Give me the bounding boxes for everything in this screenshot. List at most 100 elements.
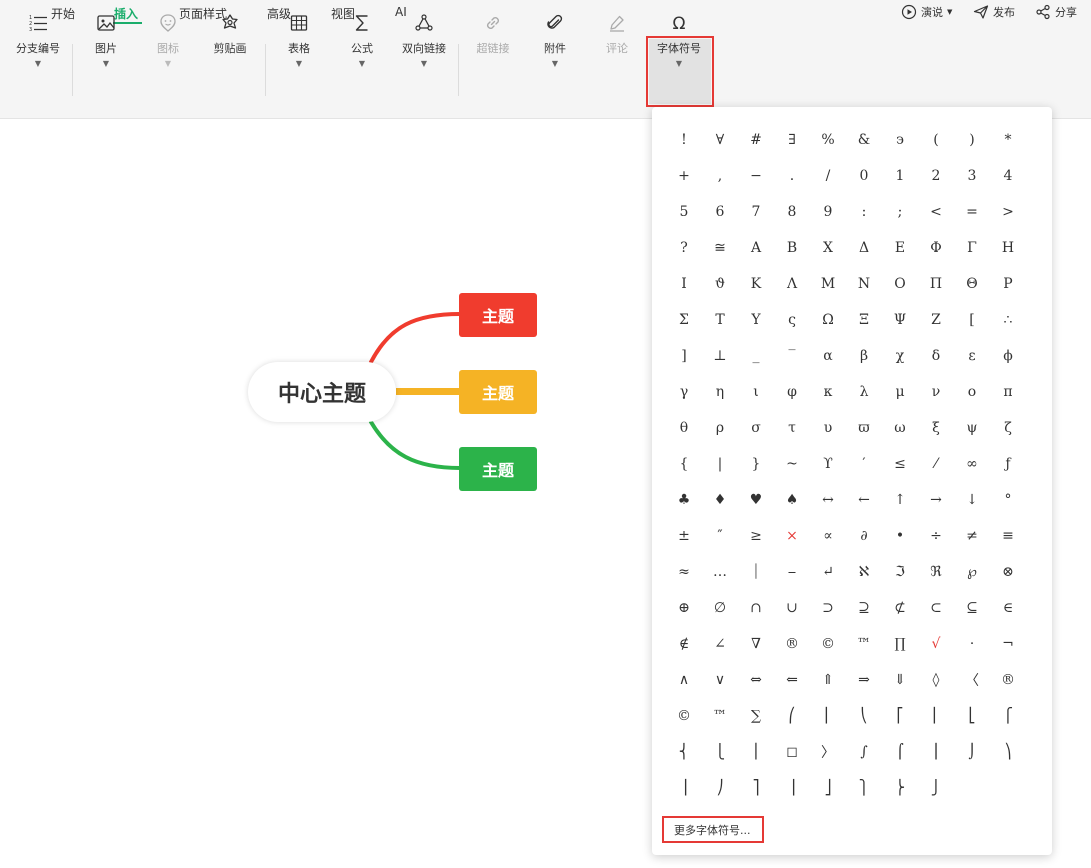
- symbol-cell[interactable]: Ψ: [882, 302, 918, 338]
- symbol-cell[interactable]: ℑ: [882, 554, 918, 590]
- symbol-cell[interactable]: Γ: [954, 230, 990, 266]
- symbol-cell[interactable]: ∂: [846, 518, 882, 554]
- present-button[interactable]: 演说 ▼: [901, 4, 952, 20]
- symbol-cell[interactable]: ™: [702, 698, 738, 734]
- symbol-cell[interactable]: ⎝: [846, 698, 882, 734]
- symbol-cell[interactable]: ∴: [990, 302, 1026, 338]
- symbol-cell[interactable]: ∀: [702, 122, 738, 158]
- symbol-cell[interactable]: %: [810, 122, 846, 158]
- symbol-cell[interactable]: Κ: [738, 266, 774, 302]
- symbol-cell[interactable]: ⎥: [774, 770, 810, 806]
- symbol-cell[interactable]: η: [702, 374, 738, 410]
- symbol-cell[interactable]: |: [702, 446, 738, 482]
- symbol-cell[interactable]: ⎨: [666, 734, 702, 770]
- symbol-cell[interactable]: ↑: [882, 482, 918, 518]
- symbol-cell[interactable]: {: [666, 446, 702, 482]
- symbol-cell[interactable]: ⋅: [954, 626, 990, 662]
- symbol-cell[interactable]: ϕ: [990, 338, 1026, 374]
- symbol-cell[interactable]: ←: [846, 482, 882, 518]
- symbol-cell[interactable]: ×: [774, 518, 810, 554]
- symbol-cell[interactable]: ≤: [882, 446, 918, 482]
- symbol-cell[interactable]: ⌠: [882, 734, 918, 770]
- symbol-cell[interactable]: *: [990, 122, 1026, 158]
- symbol-cell[interactable]: 1: [882, 158, 918, 194]
- symbol-cell[interactable]: ℵ: [846, 554, 882, 590]
- symbol-cell[interactable]: Ξ: [846, 302, 882, 338]
- symbol-cell[interactable]: #: [738, 122, 774, 158]
- symbol-cell[interactable]: ⇑: [810, 662, 846, 698]
- symbol-cell[interactable]: ⎪: [738, 734, 774, 770]
- symbol-cell[interactable]: ≡: [990, 518, 1026, 554]
- attachment-button[interactable]: 附件 ▼: [524, 12, 586, 69]
- symbol-cell[interactable]: ≅: [702, 230, 738, 266]
- symbol-cell[interactable]: 6: [702, 194, 738, 230]
- symbol-cell[interactable]: ∞: [954, 446, 990, 482]
- symbol-cell[interactable]: ♥: [738, 482, 774, 518]
- symbol-cell[interactable]: ≈: [666, 554, 702, 590]
- topic-node[interactable]: 主题: [459, 447, 537, 491]
- symbol-cell[interactable]: ϑ: [702, 266, 738, 302]
- symbol-cell[interactable]: Θ: [954, 266, 990, 302]
- symbol-cell[interactable]: 〈: [954, 662, 990, 698]
- symbol-cell[interactable]: −: [738, 158, 774, 194]
- symbol-cell[interactable]: γ: [666, 374, 702, 410]
- symbol-cell[interactable]: ∑: [738, 698, 774, 734]
- share-button[interactable]: 分享: [1035, 4, 1077, 20]
- symbol-cell[interactable]: :: [846, 194, 882, 230]
- symbol-cell[interactable]: ς: [774, 302, 810, 338]
- clipart-button[interactable]: 剪贴画: [199, 12, 261, 69]
- symbol-cell[interactable]: ⊇: [846, 590, 882, 626]
- symbol-cell[interactable]: ∈: [990, 590, 1026, 626]
- symbol-cell[interactable]: ϖ: [846, 410, 882, 446]
- symbol-cell[interactable]: ¬: [990, 626, 1026, 662]
- symbol-cell[interactable]: >: [990, 194, 1026, 230]
- symbol-cell[interactable]: ∠: [702, 626, 738, 662]
- symbol-cell[interactable]: ϶: [882, 122, 918, 158]
- symbol-cell[interactable]: ©: [666, 698, 702, 734]
- symbol-cell[interactable]: ): [954, 122, 990, 158]
- symbol-cell[interactable]: Υ: [738, 302, 774, 338]
- symbol-cell[interactable]: 5: [666, 194, 702, 230]
- symbol-cell[interactable]: ∝: [810, 518, 846, 554]
- symbol-cell[interactable]: ⎛: [774, 698, 810, 734]
- symbol-cell[interactable]: ⇓: [882, 662, 918, 698]
- symbol-cell[interactable]: ⎮: [918, 734, 954, 770]
- symbol-cell[interactable]: ′: [846, 446, 882, 482]
- symbol-cell[interactable]: Φ: [918, 230, 954, 266]
- symbol-cell[interactable]: Ε: [882, 230, 918, 266]
- symbol-cell[interactable]: ∃: [774, 122, 810, 158]
- symbol-cell[interactable]: ⊥: [702, 338, 738, 374]
- symbol-cell[interactable]: ⎟: [666, 770, 702, 806]
- symbol-cell[interactable]: ℜ: [918, 554, 954, 590]
- symbol-cell[interactable]: √: [918, 626, 954, 662]
- symbol-cell[interactable]: ℘: [954, 554, 990, 590]
- symbol-cell[interactable]: σ: [738, 410, 774, 446]
- symbol-cell[interactable]: ∏: [882, 626, 918, 662]
- symbol-cell[interactable]: τ: [774, 410, 810, 446]
- symbol-cell[interactable]: ⎧: [990, 698, 1026, 734]
- symbol-cell[interactable]: ‾: [774, 338, 810, 374]
- symbol-cell[interactable]: π: [990, 374, 1026, 410]
- symbol-cell[interactable]: /: [810, 158, 846, 194]
- symbol-cell[interactable]: ↵: [810, 554, 846, 590]
- symbol-cell[interactable]: 4: [990, 158, 1026, 194]
- symbol-cell[interactable]: ;: [882, 194, 918, 230]
- symbol-cell[interactable]: Ζ: [918, 302, 954, 338]
- symbol-cell[interactable]: Μ: [810, 266, 846, 302]
- symbol-cell[interactable]: .: [774, 158, 810, 194]
- symbol-cell[interactable]: μ: [882, 374, 918, 410]
- hyperlink-button[interactable]: 超链接: [462, 12, 524, 69]
- symbol-cell[interactable]: ≠: [954, 518, 990, 554]
- symbol-cell[interactable]: ⊄: [882, 590, 918, 626]
- symbol-cell[interactable]: &: [846, 122, 882, 158]
- chevron-down-icon[interactable]: ▼: [268, 59, 330, 69]
- symbol-cell[interactable]: Σ: [666, 302, 702, 338]
- symbol-cell[interactable]: ∩: [738, 590, 774, 626]
- symbol-cell[interactable]: Ο: [882, 266, 918, 302]
- symbol-cell[interactable]: ⎩: [702, 734, 738, 770]
- chevron-down-icon[interactable]: ▼: [7, 59, 69, 69]
- symbol-cell[interactable]: Λ: [774, 266, 810, 302]
- branch-numbering-button[interactable]: 123 分支编号 ▼: [7, 12, 69, 69]
- publish-button[interactable]: 发布: [973, 4, 1015, 20]
- symbol-cell[interactable]: ≥: [738, 518, 774, 554]
